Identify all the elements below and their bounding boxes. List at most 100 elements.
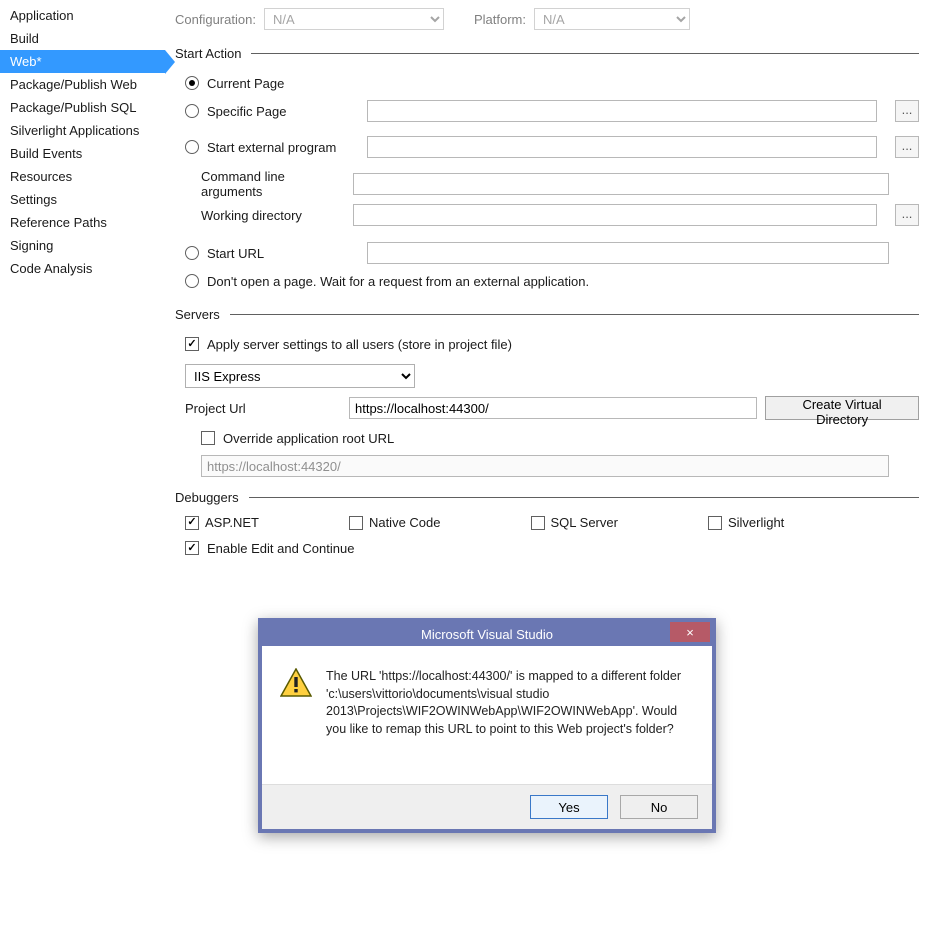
radio-current-page[interactable] bbox=[185, 76, 199, 90]
override-root-url-input[interactable] bbox=[201, 455, 889, 477]
sqlserver-checkbox-row[interactable]: SQL Server bbox=[531, 515, 618, 530]
project-url-input[interactable] bbox=[349, 397, 757, 419]
nav-label: Signing bbox=[10, 238, 53, 253]
override-root-row[interactable]: Override application root URL bbox=[201, 426, 919, 450]
platform-select[interactable]: N/A bbox=[534, 8, 690, 30]
cmdargs-input[interactable] bbox=[353, 173, 889, 195]
silverlight-checkbox[interactable] bbox=[708, 516, 722, 530]
override-root-checkbox[interactable] bbox=[201, 431, 215, 445]
divider bbox=[251, 53, 919, 54]
nav-package-publish-sql[interactable]: Package/Publish SQL bbox=[0, 96, 165, 119]
edit-continue-checkbox[interactable] bbox=[185, 541, 199, 555]
nav-label: Settings bbox=[10, 192, 57, 207]
specific-page-input[interactable] bbox=[367, 100, 877, 122]
nav-settings[interactable]: Settings bbox=[0, 188, 165, 211]
nav-label: Package/Publish SQL bbox=[10, 100, 136, 115]
radio-label: Start URL bbox=[207, 246, 359, 261]
dialog-body: The URL 'https://localhost:44300/' is ma… bbox=[262, 646, 712, 829]
override-root-url-row bbox=[201, 454, 919, 478]
server-type-select[interactable]: IIS Express bbox=[185, 364, 415, 388]
radio-dont-open[interactable] bbox=[185, 274, 199, 288]
apply-all-label: Apply server settings to all users (stor… bbox=[207, 337, 512, 352]
nav-label: Code Analysis bbox=[10, 261, 92, 276]
server-type-row: IIS Express bbox=[185, 364, 919, 388]
workdir-label: Working directory bbox=[201, 208, 345, 223]
apply-all-row[interactable]: Apply server settings to all users (stor… bbox=[185, 332, 919, 356]
aspnet-checkbox-row[interactable]: ASP.NET bbox=[185, 515, 259, 530]
radio-row-start-url[interactable]: Start URL bbox=[185, 241, 919, 265]
radio-row-current-page[interactable]: Current Page bbox=[185, 71, 919, 95]
dialog-titlebar[interactable]: Microsoft Visual Studio × bbox=[262, 622, 712, 646]
start-external-input[interactable] bbox=[367, 136, 877, 158]
project-properties-nav: Application Build Web* Package/Publish W… bbox=[0, 0, 165, 280]
apply-all-checkbox[interactable] bbox=[185, 337, 199, 351]
dialog-close-button[interactable]: × bbox=[670, 622, 710, 642]
nav-label: Build bbox=[10, 31, 39, 46]
workdir-browse[interactable]: ... bbox=[895, 204, 919, 226]
dialog-button-row: Yes No bbox=[262, 784, 712, 829]
specific-page-browse[interactable]: ... bbox=[895, 100, 919, 122]
nav-signing[interactable]: Signing bbox=[0, 234, 165, 257]
radio-label: Don't open a page. Wait for a request fr… bbox=[207, 274, 589, 289]
nav-label: Build Events bbox=[10, 146, 82, 161]
start-url-input[interactable] bbox=[367, 242, 889, 264]
edit-continue-row[interactable]: Enable Edit and Continue bbox=[185, 536, 919, 560]
nav-package-publish-web[interactable]: Package/Publish Web bbox=[0, 73, 165, 96]
dialog-no-button[interactable]: No bbox=[620, 795, 698, 819]
radio-row-specific-page[interactable]: Specific Page ... bbox=[185, 99, 919, 123]
dialog-title: Microsoft Visual Studio bbox=[421, 627, 553, 642]
start-external-browse[interactable]: ... bbox=[895, 136, 919, 158]
config-platform-row: Configuration: N/A Platform: N/A bbox=[175, 8, 919, 30]
project-url-row: Project Url Create Virtual Directory bbox=[185, 396, 919, 420]
radio-label: Start external program bbox=[207, 140, 359, 155]
radio-label: Specific Page bbox=[207, 104, 359, 119]
radio-specific-page[interactable] bbox=[185, 104, 199, 118]
sqlserver-checkbox[interactable] bbox=[531, 516, 545, 530]
aspnet-checkbox[interactable] bbox=[185, 516, 199, 530]
nav-silverlight-apps[interactable]: Silverlight Applications bbox=[0, 119, 165, 142]
nav-resources[interactable]: Resources bbox=[0, 165, 165, 188]
silverlight-checkbox-row[interactable]: Silverlight bbox=[708, 515, 784, 530]
nav-reference-paths[interactable]: Reference Paths bbox=[0, 211, 165, 234]
divider bbox=[230, 314, 919, 315]
checkbox-label: Native Code bbox=[369, 515, 441, 530]
workdir-row: Working directory ... bbox=[201, 203, 919, 227]
workdir-input[interactable] bbox=[353, 204, 877, 226]
checkbox-label: Silverlight bbox=[728, 515, 784, 530]
radio-row-start-external[interactable]: Start external program ... bbox=[185, 135, 919, 159]
section-title: Start Action bbox=[175, 46, 241, 61]
checkbox-label: SQL Server bbox=[551, 515, 618, 530]
section-servers: Servers bbox=[175, 307, 919, 322]
override-root-label: Override application root URL bbox=[223, 431, 394, 446]
nav-label: Silverlight Applications bbox=[10, 123, 139, 138]
platform-label: Platform: bbox=[474, 12, 526, 27]
warning-icon bbox=[280, 668, 312, 698]
nav-application[interactable]: Application bbox=[0, 4, 165, 27]
native-checkbox-row[interactable]: Native Code bbox=[349, 515, 441, 530]
create-virtual-directory-button[interactable]: Create Virtual Directory bbox=[765, 396, 919, 420]
nav-build[interactable]: Build bbox=[0, 27, 165, 50]
section-title: Servers bbox=[175, 307, 220, 322]
nav-code-analysis[interactable]: Code Analysis bbox=[0, 257, 165, 280]
configuration-label: Configuration: bbox=[175, 12, 256, 27]
radio-start-external[interactable] bbox=[185, 140, 199, 154]
configuration-select[interactable]: N/A bbox=[264, 8, 444, 30]
checkbox-label: ASP.NET bbox=[205, 515, 259, 530]
cmdargs-row: Command line arguments bbox=[201, 169, 919, 199]
nav-build-events[interactable]: Build Events bbox=[0, 142, 165, 165]
checkbox-label: Enable Edit and Continue bbox=[207, 541, 354, 556]
nav-label: Reference Paths bbox=[10, 215, 107, 230]
nav-web[interactable]: Web* bbox=[0, 50, 165, 73]
dialog-content: The URL 'https://localhost:44300/' is ma… bbox=[280, 668, 694, 738]
dialog-yes-button[interactable]: Yes bbox=[530, 795, 608, 819]
remap-url-dialog: Microsoft Visual Studio × The URL 'https… bbox=[258, 618, 716, 833]
radio-row-dont-open[interactable]: Don't open a page. Wait for a request fr… bbox=[185, 269, 919, 293]
web-properties-panel: Configuration: N/A Platform: N/A Start A… bbox=[175, 0, 919, 564]
nav-label: Package/Publish Web bbox=[10, 77, 137, 92]
nav-label: Web* bbox=[10, 54, 42, 69]
nav-label: Resources bbox=[10, 169, 72, 184]
native-checkbox[interactable] bbox=[349, 516, 363, 530]
nav-label: Application bbox=[10, 8, 74, 23]
debuggers-grid: ASP.NET Native Code SQL Server Silverlig… bbox=[185, 515, 919, 530]
radio-start-url[interactable] bbox=[185, 246, 199, 260]
